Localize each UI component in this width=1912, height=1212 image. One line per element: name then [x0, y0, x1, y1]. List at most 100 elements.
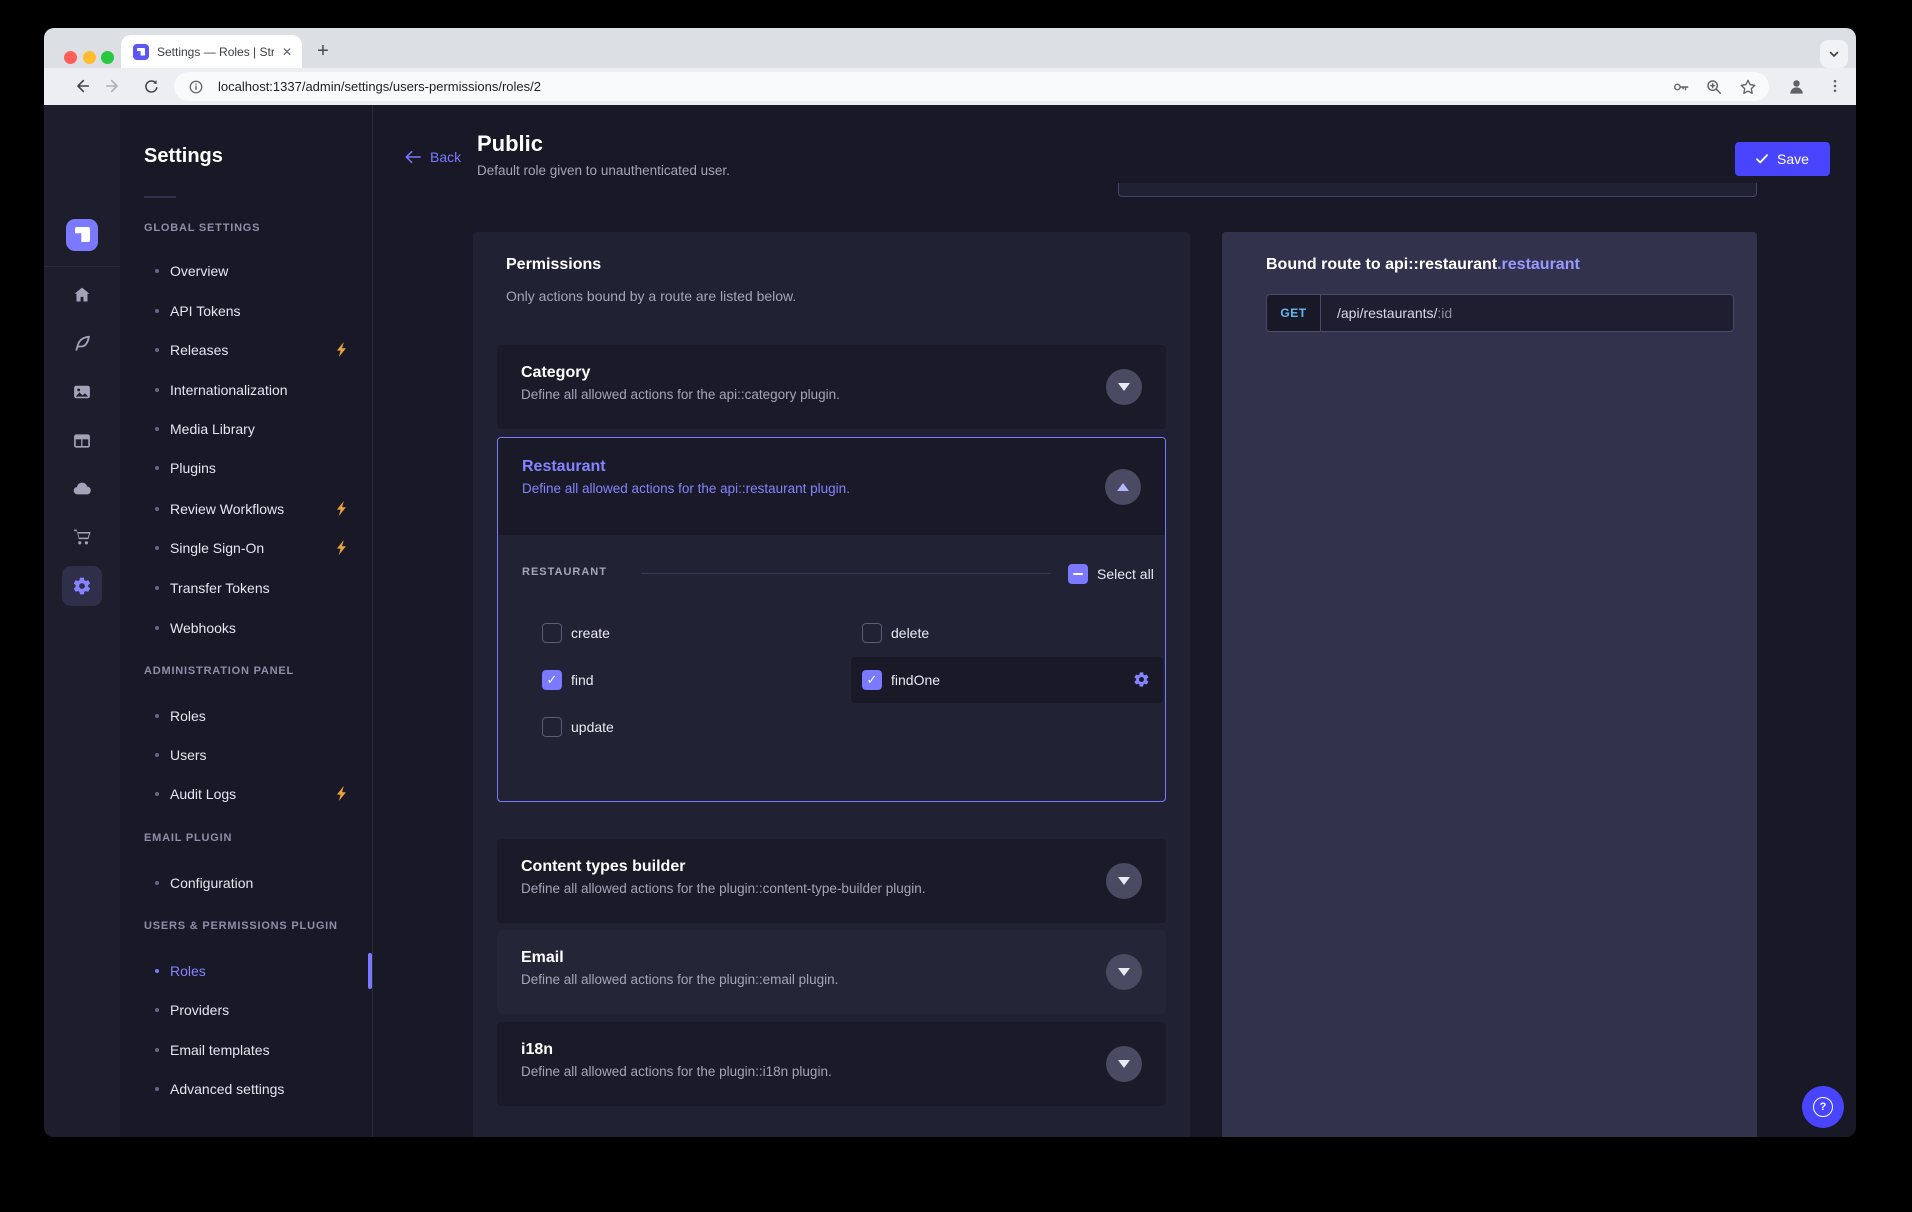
permission-findone[interactable]: ✓ findOne — [862, 670, 940, 690]
accordion-i18n[interactable]: i18n Define all allowed actions for the … — [497, 1022, 1166, 1106]
route-path-param: :id — [1437, 305, 1452, 321]
window-close-button[interactable] — [64, 51, 77, 64]
accordion-title: Email — [521, 949, 838, 967]
expand-chevron-icon[interactable] — [1106, 1046, 1142, 1082]
accordion-header[interactable]: Email Define all allowed actions for the… — [497, 930, 1166, 1014]
lightning-badge-icon — [336, 786, 349, 801]
permission-findone-row[interactable]: ✓ findOne — [851, 657, 1163, 703]
sidebar-item-admin-roles[interactable]: Roles — [155, 706, 206, 726]
sidebar-item-providers[interactable]: Providers — [155, 1000, 229, 1020]
accordion-email[interactable]: Email Define all allowed actions for the… — [497, 930, 1166, 1014]
sidebar-item-single-sign-on[interactable]: Single Sign-On — [155, 538, 264, 558]
expand-chevron-icon[interactable] — [1106, 863, 1142, 899]
media-library-icon[interactable] — [72, 382, 92, 402]
content-manager-feather-icon[interactable] — [72, 333, 92, 353]
sidebar-item-audit-logs[interactable]: Audit Logs — [155, 784, 236, 804]
accordion-header[interactable]: Restaurant Define all allowed actions fo… — [498, 438, 1165, 535]
sidebar-title: Settings — [144, 145, 223, 168]
sidebar-item-users[interactable]: Users — [155, 745, 207, 765]
browser-tab-strip: Settings — Roles | Strapi ✕ + — [44, 28, 1856, 68]
checkbox-label[interactable]: update — [571, 719, 614, 735]
permission-delete[interactable]: delete — [862, 623, 929, 643]
window-minimize-button[interactable] — [83, 51, 96, 64]
password-key-icon[interactable] — [1669, 75, 1693, 99]
accordion-content-types-builder[interactable]: Content types builder Define all allowed… — [497, 839, 1166, 923]
bookmark-star-icon[interactable] — [1736, 75, 1760, 99]
accordion-header[interactable]: Content types builder Define all allowed… — [497, 839, 1166, 923]
sidebar-item-api-tokens[interactable]: API Tokens — [155, 301, 241, 321]
find-checkbox[interactable]: ✓ — [542, 670, 562, 690]
sidebar-item-webhooks[interactable]: Webhooks — [155, 618, 236, 638]
bullet-icon — [155, 466, 159, 470]
sidebar-item-transfer-tokens[interactable]: Transfer Tokens — [155, 578, 270, 598]
expand-chevron-icon[interactable] — [1106, 954, 1142, 990]
sidebar-item-plugins[interactable]: Plugins — [155, 458, 216, 478]
section-global-settings: GLOBAL SETTINGS — [144, 222, 260, 234]
route-settings-gear-icon[interactable] — [1133, 671, 1150, 688]
select-all-checkbox[interactable] — [1068, 564, 1088, 584]
url-bar[interactable]: localhost:1337/admin/settings/users-perm… — [174, 72, 1769, 101]
accordion-header[interactable]: i18n Define all allowed actions for the … — [497, 1022, 1166, 1106]
home-icon[interactable] — [72, 285, 92, 305]
bullet-icon — [155, 309, 159, 313]
profile-avatar-icon[interactable] — [1784, 74, 1808, 98]
browser-menu-icon[interactable] — [1823, 74, 1847, 98]
description-field-fragment[interactable] — [1118, 183, 1757, 197]
tab-title: Settings — Roles | Strapi — [157, 45, 274, 59]
site-info-icon[interactable] — [184, 75, 208, 99]
tab-search-chevron-icon[interactable] — [1820, 40, 1848, 68]
accordion-header[interactable]: Category Define all allowed actions for … — [497, 345, 1166, 429]
create-checkbox[interactable] — [542, 623, 562, 643]
section-users-permissions-plugin: USERS & PERMISSIONS PLUGIN — [144, 920, 338, 932]
marketplace-cart-icon[interactable] — [72, 527, 92, 547]
reload-icon[interactable] — [139, 74, 163, 98]
sidebar-item-label: Audit Logs — [170, 786, 236, 802]
back-icon[interactable] — [70, 74, 94, 98]
expand-chevron-icon[interactable] — [1106, 369, 1142, 405]
tab-close-icon[interactable]: ✕ — [282, 46, 292, 58]
accordion-description: Define all allowed actions for the api::… — [521, 387, 840, 402]
sidebar-item-releases[interactable]: Releases — [155, 340, 228, 360]
checkbox-label[interactable]: find — [571, 672, 594, 688]
findone-checkbox[interactable]: ✓ — [862, 670, 882, 690]
sidebar-divider — [372, 105, 373, 1137]
zoom-in-icon[interactable] — [1702, 75, 1726, 99]
help-button[interactable]: ? — [1802, 1086, 1844, 1128]
route-row: GET /api/restaurants/:id — [1266, 294, 1734, 332]
sidebar-item-media-library[interactable]: Media Library — [155, 419, 255, 439]
sidebar-item-internationalization[interactable]: Internationalization — [155, 380, 288, 400]
bullet-icon — [155, 1087, 159, 1091]
sidebar-item-overview[interactable]: Overview — [155, 261, 228, 281]
content-type-builder-icon[interactable] — [72, 431, 92, 451]
save-button[interactable]: Save — [1735, 142, 1830, 176]
lightning-badge-icon — [336, 501, 349, 516]
permission-create[interactable]: create — [542, 623, 610, 643]
delete-checkbox[interactable] — [862, 623, 882, 643]
window-zoom-button[interactable] — [101, 51, 114, 64]
accordion-category[interactable]: Category Define all allowed actions for … — [497, 345, 1166, 429]
sidebar-item-configuration[interactable]: Configuration — [155, 873, 253, 893]
checkbox-label[interactable]: findOne — [891, 672, 940, 688]
settings-gear-icon[interactable] — [72, 576, 92, 596]
sidebar-item-label: Configuration — [170, 875, 253, 891]
forward-icon[interactable] — [101, 74, 125, 98]
sidebar-item-up-roles[interactable]: Roles — [155, 961, 206, 981]
select-all-control[interactable]: Select all — [1068, 564, 1154, 584]
back-button[interactable]: Back — [405, 149, 461, 165]
checkbox-label[interactable]: delete — [891, 625, 929, 641]
sidebar-item-advanced-settings[interactable]: Advanced settings — [155, 1079, 284, 1099]
sidebar-title-divider — [144, 196, 176, 198]
active-item-indicator — [368, 953, 372, 989]
bullet-icon — [155, 1008, 159, 1012]
strapi-logo-icon[interactable] — [66, 219, 98, 251]
permission-find[interactable]: ✓ find — [542, 670, 594, 690]
checkbox-label[interactable]: create — [571, 625, 610, 641]
sidebar-item-email-templates[interactable]: Email templates — [155, 1040, 270, 1060]
sidebar-item-review-workflows[interactable]: Review Workflows — [155, 499, 284, 519]
permission-update[interactable]: update — [542, 717, 614, 737]
update-checkbox[interactable] — [542, 717, 562, 737]
browser-tab[interactable]: Settings — Roles | Strapi ✕ — [121, 35, 302, 68]
collapse-chevron-icon[interactable] — [1105, 469, 1141, 505]
strapi-cloud-icon[interactable] — [72, 479, 92, 499]
new-tab-button[interactable]: + — [310, 38, 336, 64]
